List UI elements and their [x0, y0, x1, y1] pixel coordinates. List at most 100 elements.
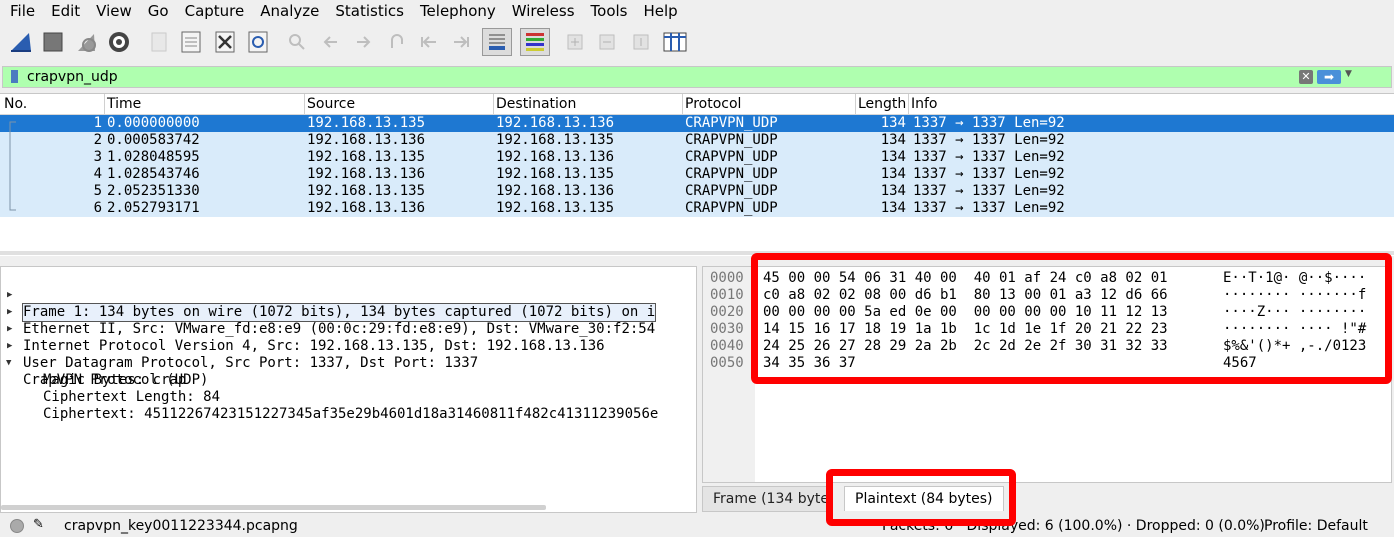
tree-item-ciphertext[interactable]: Ciphertext: 45112267423151227345af35e29b…	[1, 389, 658, 422]
menu-tools[interactable]: Tools	[582, 0, 635, 22]
reload-icon[interactable]	[245, 28, 271, 56]
packet-row-1[interactable]: 1 0.000000000 192.168.13.135 192.168.13.…	[0, 115, 1394, 132]
byte-ascii[interactable]: 4567	[1223, 355, 1257, 372]
packet-protocol: CRAPVPN_UDP	[685, 200, 778, 216]
byte-hex[interactable]: 45 00 00 54 06 31 40 00 40 01 af 24 c0 a…	[763, 270, 1168, 287]
normal-size-icon[interactable]	[628, 28, 654, 56]
packet-length: 134	[880, 149, 906, 165]
byte-ascii[interactable]: ········ ···· !"#	[1223, 321, 1366, 338]
menu-telephony[interactable]: Telephony	[411, 0, 503, 22]
close-file-icon[interactable]	[212, 28, 238, 56]
packet-row-2[interactable]: 2 0.000583742 192.168.13.136 192.168.13.…	[0, 132, 1394, 149]
tree-item-label: User Datagram Protocol, Src Port: 1337, …	[23, 355, 479, 371]
display-filter-input[interactable]	[27, 67, 1287, 87]
forward-icon[interactable]	[350, 28, 376, 56]
back-icon[interactable]	[318, 28, 344, 56]
bookmark-icon[interactable]	[11, 70, 18, 83]
packet-list-hscrollbar[interactable]	[0, 251, 1394, 255]
packet-info: 1337 → 1337 Len=92	[913, 200, 1065, 216]
col-header-protocol[interactable]: Protocol	[685, 96, 741, 112]
tree-item-ipv4[interactable]: ▶ Internet Protocol Version 4, Src: 192.…	[1, 304, 605, 354]
packet-no: 4	[93, 166, 102, 182]
options-gear-icon[interactable]	[106, 28, 132, 56]
main-toolbar	[0, 24, 1394, 60]
colorize-icon[interactable]	[520, 28, 550, 56]
menu-file[interactable]: File	[0, 0, 42, 22]
find-icon[interactable]	[284, 28, 310, 56]
expert-info-led-icon[interactable]	[10, 519, 24, 533]
col-header-destination[interactable]: Destination	[496, 96, 576, 112]
byte-ascii[interactable]: $%&'()*+ ,-./0123	[1223, 338, 1366, 355]
goto-icon[interactable]	[384, 28, 410, 56]
menu-wireless[interactable]: Wireless	[503, 0, 582, 22]
packet-time: 0.000000000	[107, 115, 200, 131]
tree-item-ciphertext-length[interactable]: Ciphertext Length: 84	[1, 372, 220, 405]
byte-hex[interactable]: 24 25 26 27 28 29 2a 2b 2c 2d 2e 2f 30 3…	[763, 338, 1168, 355]
col-header-length[interactable]: Length	[858, 96, 906, 112]
menu-capture[interactable]: Capture	[176, 0, 252, 22]
tab-frame-bytes[interactable]: Frame (134 bytes)	[702, 486, 828, 512]
col-header-time[interactable]: Time	[107, 96, 141, 112]
byte-offset: 0040	[710, 338, 744, 354]
tree-item-crapvpn[interactable]: ▼ CrapVPN Protocol (UDP)	[1, 338, 208, 388]
byte-hex[interactable]: 00 00 00 00 5a ed 0e 00 00 00 00 00 10 1…	[763, 304, 1168, 321]
byte-hex[interactable]: 34 35 36 37	[763, 355, 856, 372]
details-hscrollbar[interactable]	[1, 505, 546, 510]
stop-icon[interactable]	[40, 28, 66, 56]
menu-analyze[interactable]: Analyze	[251, 0, 326, 22]
packet-bytes-pane: 0000 45 00 00 54 06 31 40 00 40 01 af 24…	[702, 266, 1392, 483]
tree-item-magic-bytes[interactable]: Magic Bytes: crap	[1, 355, 186, 388]
menu-edit[interactable]: Edit	[42, 0, 87, 22]
zoom-out-icon[interactable]	[594, 28, 620, 56]
resize-columns-icon[interactable]	[662, 28, 688, 56]
status-packets: Packets: 6 · Displayed: 6 (100.0%) · Dro…	[882, 518, 1265, 534]
packet-row-4[interactable]: 4 1.028543746 192.168.13.136 192.168.13.…	[0, 166, 1394, 183]
autoscroll-icon[interactable]	[482, 28, 512, 56]
byte-ascii[interactable]: ········ ·······f	[1223, 287, 1366, 304]
shark-fin-icon[interactable]	[8, 28, 34, 56]
byte-ascii[interactable]: ····Z··· ········	[1223, 304, 1366, 321]
tree-item-ethernet[interactable]: ▶ Ethernet II, Src: VMware_fd:e8:e9 (00:…	[1, 287, 655, 337]
apply-filter-icon[interactable]: ➡	[1317, 70, 1341, 84]
packet-destination: 192.168.13.136	[496, 115, 615, 131]
zoom-in-icon[interactable]	[562, 28, 588, 56]
byte-hex[interactable]: c0 a8 02 02 08 00 d6 b1 80 13 00 01 a3 1…	[763, 287, 1168, 304]
packet-row-3[interactable]: 3 1.028048595 192.168.13.135 192.168.13.…	[0, 149, 1394, 166]
packet-length: 134	[880, 132, 906, 148]
packet-row-5[interactable]: 5 2.052351330 192.168.13.135 192.168.13.…	[0, 183, 1394, 200]
packet-destination: 192.168.13.136	[496, 183, 615, 199]
packet-no: 5	[93, 183, 102, 199]
packet-info: 1337 → 1337 Len=92	[913, 149, 1065, 165]
capture-comment-icon[interactable]: ✎	[33, 517, 44, 532]
packet-protocol: CRAPVPN_UDP	[685, 115, 778, 131]
clear-filter-icon[interactable]: ✕	[1299, 70, 1313, 84]
menu-view[interactable]: View	[87, 0, 139, 22]
byte-ascii[interactable]: E··T·1@· @··$····	[1223, 270, 1366, 287]
col-header-source[interactable]: Source	[307, 96, 355, 112]
tab-plaintext-bytes[interactable]: Plaintext (84 bytes)	[844, 486, 1004, 511]
packet-list: No. Time Source Destination Protocol Len…	[0, 93, 1394, 256]
packet-protocol: CRAPVPN_UDP	[685, 166, 778, 182]
status-profile[interactable]: Profile: Default	[1264, 518, 1368, 534]
display-filter-bar: ✕ ➡ ▼	[2, 66, 1392, 88]
packet-row-6[interactable]: 6 2.052793171 192.168.13.136 192.168.13.…	[0, 200, 1394, 217]
open-file-icon[interactable]	[146, 28, 172, 56]
packet-no: 6	[93, 200, 102, 216]
filter-dropdown-icon[interactable]: ▼	[1345, 69, 1352, 79]
menu-help[interactable]: Help	[634, 0, 684, 22]
packet-time: 2.052793171	[107, 200, 200, 216]
col-header-no[interactable]: No.	[4, 96, 27, 112]
col-header-info[interactable]: Info	[911, 96, 938, 112]
menu-go[interactable]: Go	[139, 0, 176, 22]
menu-statistics[interactable]: Statistics	[326, 0, 411, 22]
last-icon[interactable]	[448, 28, 474, 56]
first-icon[interactable]	[416, 28, 442, 56]
byte-hex[interactable]: 14 15 16 17 18 19 1a 1b 1c 1d 1e 1f 20 2…	[763, 321, 1168, 338]
packet-info: 1337 → 1337 Len=92	[913, 166, 1065, 182]
restart-icon[interactable]	[74, 28, 100, 56]
tree-item-frame[interactable]: ▶ Frame 1: 134 bytes on wire (1072 bits)…	[1, 270, 657, 322]
packet-time: 0.000583742	[107, 132, 200, 148]
packet-protocol: CRAPVPN_UDP	[685, 183, 778, 199]
tree-item-udp[interactable]: ▶ User Datagram Protocol, Src Port: 1337…	[1, 321, 478, 371]
save-file-icon[interactable]	[178, 28, 204, 56]
